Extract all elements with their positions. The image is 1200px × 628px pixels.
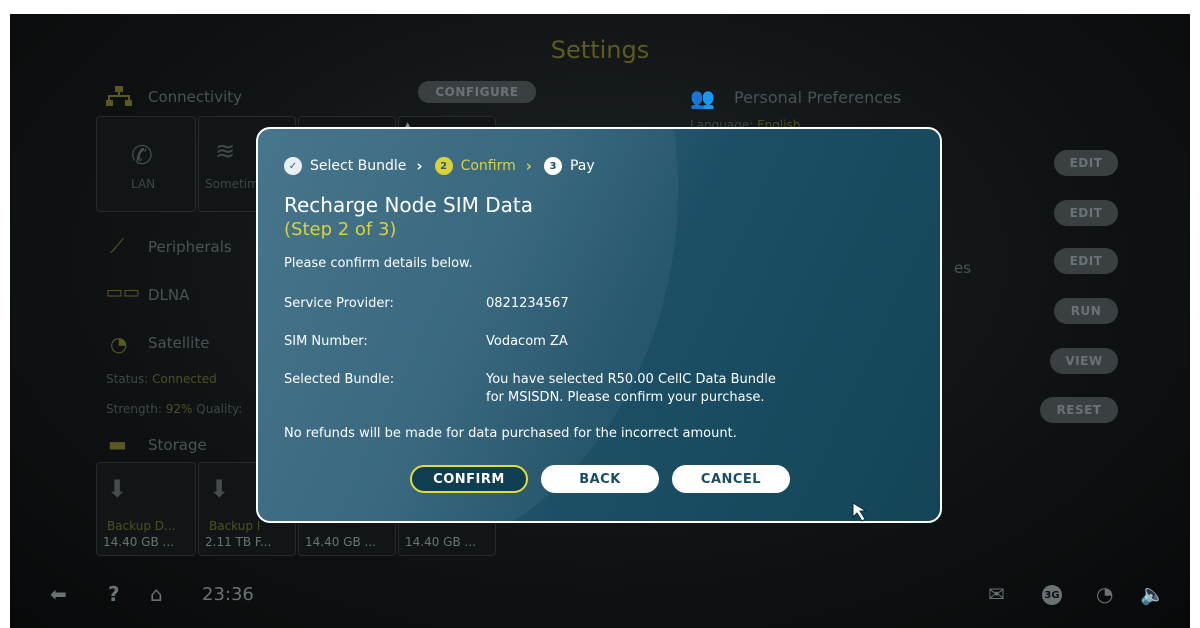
back-arrow-icon[interactable]: ⬅ [50,582,67,606]
intro-text: Please confirm details below. [284,256,473,271]
confirm-button[interactable]: CONFIRM [410,465,528,493]
storage-size: 14.40 GB ... [305,535,376,549]
edit-button[interactable]: EDIT [1054,150,1118,176]
reset-button[interactable]: RESET [1040,397,1118,423]
step-label: Select Bundle [310,158,407,174]
people-icon: 👥 [690,86,715,110]
check-icon: ✓ [284,157,302,175]
home-icon[interactable]: ⌂ [150,582,163,606]
storage-icon: ▬ [108,432,127,456]
storage-tile[interactable]: ⬇ Backup D... 14.40 GB ... [96,462,196,556]
footer-bar: ⬅ ? ⌂ 23:36 ✉ 3G ◔ 🔈 [10,572,1190,628]
partial-label: es [954,259,972,277]
storage-size: 14.40 GB ... [405,535,476,549]
volume-icon[interactable]: 🔈 [1140,582,1165,606]
tile-lan[interactable]: ✆ LAN [96,116,196,212]
step-select-bundle: ✓ Select Bundle [284,157,406,175]
back-button[interactable]: BACK [541,465,659,493]
dialog-title: Recharge Node SIM Data [284,193,533,217]
tile-wifi-label: Sometim [205,177,259,191]
storage-size: 2.11 TB F... [205,535,272,549]
step-label: Pay [569,158,595,174]
step-pay: 3 Pay [543,157,595,175]
section-dlna: DLNA [148,286,190,304]
help-icon[interactable]: ? [108,582,120,606]
plug-icon: ⟋ [110,234,124,258]
network-3g-badge: 3G [1042,585,1062,605]
step-confirm: 2 Confirm [434,157,516,175]
download-icon: ⬇ [209,475,230,503]
configure-button[interactable]: CONFIGURE [418,81,536,103]
satellite-status: Status: Connected [106,372,217,386]
settings-title: Settings [550,36,650,64]
tile-lan-label: LAN [131,177,156,191]
cancel-button[interactable]: CANCEL [672,465,790,493]
quality-label: Quality: [196,402,243,416]
chevron-right-icon: › [416,157,423,175]
satellite-strength: Strength: 92% Quality: [106,402,242,416]
dlna-icon: ▭▭ [106,282,141,303]
dialog-subtitle: (Step 2 of 3) [284,219,397,240]
network-icon [106,86,132,111]
step-label: Confirm [460,158,516,174]
field-label: Selected Bundle: [284,372,395,387]
run-button[interactable]: RUN [1054,298,1118,324]
section-satellite: Satellite [148,334,210,352]
step-indicator: ✓ Select Bundle › 2 Confirm › 3 Pay [284,157,595,175]
status-value: Connected [152,372,217,386]
storage-name: Backup I [209,519,261,533]
field-label: Service Provider: [284,296,394,311]
download-icon: ⬇ [107,475,128,503]
edit-button[interactable]: EDIT [1054,248,1118,274]
field-value: Vodacom ZA [486,334,568,349]
clock-time: 23:36 [202,584,254,605]
storage-size: 14.40 GB ... [103,535,174,549]
storage-name: Backup D... [107,519,176,533]
step-number: 3 [543,157,562,175]
chevron-right-icon: › [525,157,532,175]
section-peripherals: Peripherals [148,238,232,256]
wifi-icon: ≋ [215,137,236,165]
mail-icon[interactable]: ✉ [988,582,1005,606]
mouse-cursor-icon [850,500,874,528]
step-number: 2 [434,157,453,175]
recharge-dialog: ✓ Select Bundle › 2 Confirm › 3 Pay Rech… [256,127,942,523]
view-button[interactable]: VIEW [1050,348,1118,374]
disclaimer-text: No refunds will be made for data purchas… [284,426,737,441]
satellite-status-icon: ◔ [1096,582,1114,606]
section-connectivity: Connectivity [148,88,242,106]
field-value: 0821234567 [486,296,569,311]
field-value: You have selected R50.00 CellC Data Bund… [486,372,776,387]
edit-button[interactable]: EDIT [1054,200,1118,226]
section-storage: Storage [148,436,207,454]
field-value: for MSISDN. Please confirm your purchase… [486,390,765,405]
strength-label: Strength: [106,402,162,416]
phone-icon: ✆ [131,141,153,171]
section-personal-preferences: Personal Preferences [734,88,902,107]
field-label: SIM Number: [284,334,368,349]
status-label: Status: [106,372,149,386]
satellite-icon: ◔ [110,332,128,356]
strength-value: 92% [165,402,193,416]
